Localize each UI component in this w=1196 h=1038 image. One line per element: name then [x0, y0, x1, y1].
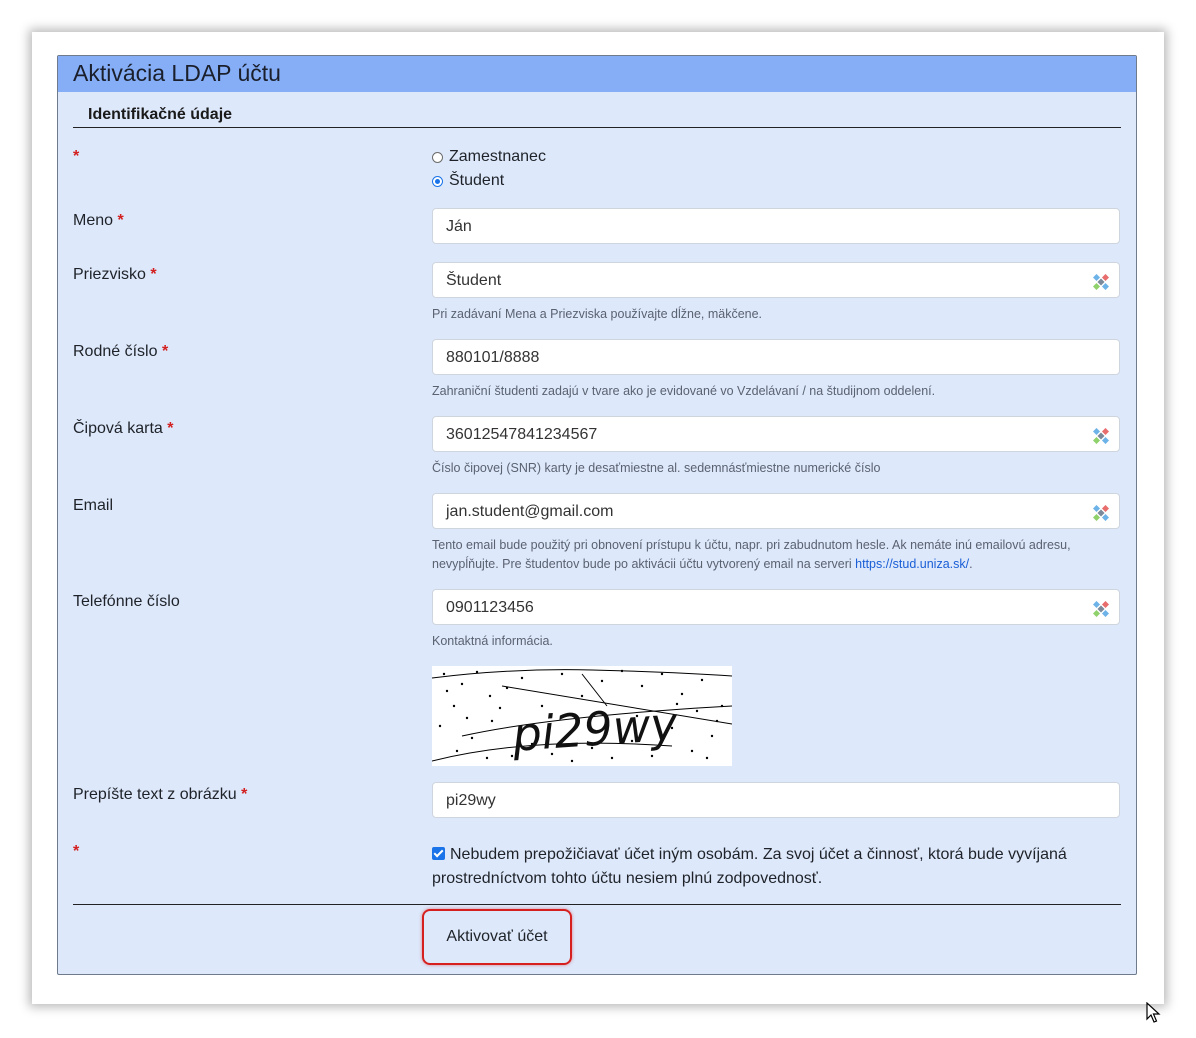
activate-account-button[interactable]: Aktivovať účet [427, 914, 567, 960]
meno-label: Meno * [73, 212, 124, 230]
mouse-cursor-icon [1146, 1002, 1161, 1023]
captcha-label: Prepíšte text z obrázku * [73, 786, 247, 804]
email-value: jan.student@gmail.com [446, 503, 614, 520]
email-help-text: Tento email bude použitý pri obnovení pr… [432, 538, 1071, 571]
autofill-icon[interactable] [1093, 428, 1109, 444]
priezvisko-input[interactable]: Študent [432, 262, 1120, 298]
captcha-input[interactable]: pi29wy [432, 782, 1120, 818]
telefon-label-text: Telefónne číslo [73, 593, 180, 610]
panel-header: Aktivácia LDAP účtu [58, 56, 1136, 92]
stud-uniza-link[interactable]: https://stud.uniza.sk/ [855, 557, 969, 571]
email-input[interactable]: jan.student@gmail.com [432, 493, 1120, 529]
cipova-karta-help: Číslo čipovej (SNR) karty je desaťmiestn… [432, 461, 881, 475]
radio-zamestnanec[interactable]: Zamestnanec [432, 148, 546, 166]
priezvisko-label: Priezvisko * [73, 266, 157, 284]
required-mark: * [73, 843, 80, 860]
panel-title: Aktivácia LDAP účtu [73, 60, 281, 86]
autofill-icon[interactable] [1093, 505, 1109, 521]
captcha-label-text: Prepíšte text z obrázku [73, 786, 237, 803]
autofill-icon[interactable] [1093, 601, 1109, 617]
meno-input[interactable]: Ján [432, 208, 1120, 244]
required-mark: * [73, 148, 80, 165]
rodne-cislo-value: 880101/8888 [446, 349, 540, 366]
cipova-karta-value: 36012547841234567 [446, 426, 598, 443]
rodne-cislo-label: Rodné číslo * [73, 343, 168, 361]
cipova-karta-label-text: Čipová karta [73, 420, 163, 437]
required-mark: * [150, 266, 157, 283]
radio-student[interactable]: Študent [432, 172, 504, 190]
required-mark: * [117, 212, 124, 229]
radio-button[interactable] [432, 151, 443, 163]
telefon-help: Kontaktná informácia. [432, 634, 553, 648]
required-mark: * [167, 420, 174, 437]
meno-value: Ján [446, 218, 472, 235]
agreement-row[interactable]: Nebudem prepožičiavať účet iným osobám. … [432, 843, 1112, 891]
email-help-end: . [969, 557, 973, 571]
section-title: Identifikačné údaje [88, 106, 233, 123]
rodne-cislo-help: Zahraniční študenti zadajú v tvare ako j… [432, 384, 936, 398]
required-mark: * [241, 786, 248, 803]
email-help: Tento email bude použitý pri obnovení pr… [432, 536, 1122, 574]
rodne-cislo-label-text: Rodné číslo [73, 343, 158, 360]
email-label-text: Email [73, 497, 114, 514]
agreement-label: * [73, 843, 79, 861]
radio-label-zamestnanec: Zamestnanec [449, 148, 546, 165]
telefon-label: Telefónne číslo [73, 593, 180, 611]
footer-divider [73, 904, 1121, 905]
captcha-value: pi29wy [446, 792, 496, 809]
captcha-image: pi29wy [432, 666, 732, 766]
agreement-text: Nebudem prepožičiavať účet iným osobám. … [432, 846, 1067, 887]
cipova-karta-input[interactable]: 36012547841234567 [432, 416, 1120, 452]
autofill-icon[interactable] [1093, 274, 1109, 290]
telefon-value: 0901123456 [446, 599, 534, 616]
telefon-input[interactable]: 0901123456 [432, 589, 1120, 625]
email-label: Email [73, 497, 113, 515]
meno-label-text: Meno [73, 212, 114, 229]
cipova-karta-label: Čipová karta * [73, 420, 174, 438]
account-type-label: * [73, 148, 79, 166]
radio-label-student: Študent [449, 172, 505, 189]
priezvisko-help: Pri zadávaní Mena a Priezviska používajt… [432, 307, 763, 321]
section-divider [73, 127, 1121, 128]
ldap-activation-panel: Aktivácia LDAP účtu Identifikačné údaje … [57, 55, 1137, 975]
radio-button-selected[interactable] [432, 175, 443, 187]
agreement-checkbox[interactable] [432, 847, 445, 860]
priezvisko-label-text: Priezvisko [73, 266, 146, 283]
required-mark: * [161, 343, 169, 360]
priezvisko-value: Študent [446, 272, 502, 289]
rodne-cislo-input[interactable]: 880101/8888 [432, 339, 1120, 375]
